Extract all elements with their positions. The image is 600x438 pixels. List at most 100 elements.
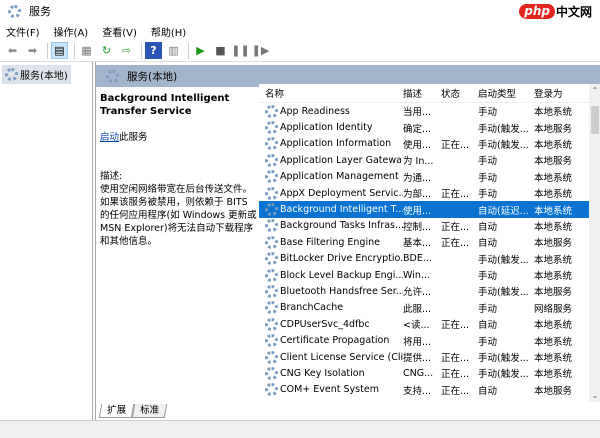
service-row[interactable]: App Readiness 当用... 手动 本地系统: [259, 103, 589, 119]
service-log-on-as: 本地系统: [534, 139, 573, 151]
service-description: 为通...: [403, 172, 432, 184]
service-gear-icon: [265, 268, 278, 282]
service-row[interactable]: Background Tasks Infras... 控制... 正在... 自动 本地…: [259, 218, 589, 234]
service-row[interactable]: Application Identity 确定... 手动(触发... 本地服务: [259, 119, 589, 135]
service-gear-icon: [265, 186, 278, 200]
service-name: Application Information: [259, 137, 403, 151]
service-name: Background Tasks Infras...: [259, 219, 403, 233]
service-gear-icon: [265, 137, 278, 151]
scroll-up-icon[interactable]: ⌃: [589, 86, 600, 95]
service-gear-icon: [265, 317, 278, 331]
service-description: 将用...: [403, 336, 432, 348]
service-status: 正在...: [441, 189, 470, 201]
column-description[interactable]: 描述: [403, 86, 441, 100]
show-tree-icon[interactable]: ▤: [51, 42, 68, 59]
column-name[interactable]: 名称: [259, 86, 403, 100]
service-name: CNG Key Isolation: [259, 366, 403, 380]
service-name: Background Intelligent T...: [259, 203, 403, 217]
tab-standard[interactable]: 标准: [131, 404, 168, 418]
service-status: 正在...: [441, 238, 470, 250]
service-log-on-as: 本地服务: [534, 156, 573, 168]
service-title: Background Intelligent Transfer Service: [100, 93, 230, 117]
service-row[interactable]: CDPUserSvc_4dfbc <读... 正在... 自动 本地系统: [259, 316, 589, 332]
window-title: 服务: [29, 5, 51, 18]
service-gear-icon: [265, 153, 278, 167]
service-gear-icon: [265, 235, 278, 249]
tree-node-services-local[interactable]: 服务(本地): [2, 65, 71, 84]
service-name: COM+ Event System: [259, 383, 403, 397]
service-startup-type: 手动: [478, 189, 498, 201]
service-row[interactable]: Block Level Backup Engi... Win... 手动 本地系统: [259, 267, 589, 283]
service-status: 正在...: [441, 353, 470, 365]
start-service-link[interactable]: 启动: [100, 132, 119, 143]
service-gear-icon: [265, 203, 278, 217]
service-gear-icon: [265, 334, 278, 348]
divider: [47, 42, 48, 59]
tree-pane: 服务(本地): [0, 62, 93, 420]
action-pane-icon[interactable]: ▥: [165, 42, 182, 59]
back-arrow-icon[interactable]: ⬅: [4, 42, 21, 59]
service-startup-type: 手动(触发...: [478, 254, 529, 266]
service-log-on-as: 本地系统: [534, 369, 573, 381]
start-icon[interactable]: ▶: [192, 42, 209, 59]
service-startup-type: 自动: [478, 221, 498, 233]
service-name: App Readiness: [259, 104, 403, 118]
export-icon[interactable]: ⇨: [118, 42, 135, 59]
service-row[interactable]: CNG Key Isolation CNG... 正在... 手动(触发... 本地系统: [259, 365, 589, 381]
service-name: BranchCache: [259, 301, 403, 315]
vertical-scrollbar[interactable]: ⌃ ⌄: [589, 84, 600, 402]
menu-file[interactable]: 文件(F): [6, 24, 40, 39]
service-log-on-as: 本地服务: [534, 287, 573, 299]
scrollbar-thumb[interactable]: [591, 106, 599, 134]
service-name: Bluetooth Handsfree Ser...: [259, 284, 403, 298]
column-status[interactable]: 状态: [441, 86, 478, 100]
service-description: Win...: [403, 269, 430, 281]
stop-icon[interactable]: ■: [212, 42, 229, 59]
menu-help[interactable]: 帮助(H): [151, 24, 186, 39]
forward-arrow-icon[interactable]: ➡: [24, 42, 41, 59]
service-row[interactable]: Base Filtering Engine 基本... 正在... 自动 本地服务: [259, 234, 589, 250]
service-startup-type: 手动: [478, 107, 498, 119]
service-row[interactable]: BranchCache 此服... 手动 网络服务: [259, 300, 589, 316]
service-row[interactable]: BitLocker Drive Encryptio... BDE... 手动(触发.…: [259, 251, 589, 267]
service-name: Block Level Backup Engi...: [259, 268, 403, 282]
column-log-on-as[interactable]: 登录为: [534, 86, 584, 100]
divider: [74, 42, 75, 59]
service-log-on-as: 本地系统: [534, 205, 573, 217]
scroll-down-icon[interactable]: ⌄: [589, 391, 600, 400]
service-gear-icon: [265, 219, 278, 233]
service-row[interactable]: AppX Deployment Servic... 为部... 正在... 手动 本地系…: [259, 185, 589, 201]
pause-icon[interactable]: ❚❚: [231, 42, 249, 59]
properties-icon[interactable]: ▦: [78, 42, 95, 59]
service-row[interactable]: Background Intelligent T... 使用... 自动(延迟...…: [259, 201, 589, 218]
divider: [188, 42, 189, 59]
column-startup-type[interactable]: 启动类型: [478, 86, 534, 100]
service-row[interactable]: Certificate Propagation 将用... 手动 本地系统: [259, 332, 589, 348]
services-pane: 服务(本地) Background Intelligent Transfer S…: [95, 62, 600, 420]
menu-view[interactable]: 查看(V): [102, 24, 137, 39]
refresh-icon[interactable]: ↻: [98, 42, 115, 59]
pane-header-title: 服务(本地): [127, 70, 178, 83]
service-log-on-as: 本地系统: [534, 336, 573, 348]
service-description: 当用...: [403, 107, 432, 119]
help-icon[interactable]: ?: [145, 42, 162, 59]
tab-extended[interactable]: 扩展: [98, 404, 135, 418]
service-row[interactable]: Application Layer Gatewa... 为 In... 手动 本地服务: [259, 152, 589, 168]
tree-node-label: 服务(本地): [20, 71, 68, 82]
logo-cn: 中文网: [555, 5, 592, 19]
service-row[interactable]: Bluetooth Handsfree Ser... 允许... 手动(触发... 本…: [259, 283, 589, 299]
service-startup-type: 手动: [478, 172, 498, 184]
service-row[interactable]: COM+ Event System 支持... 正在... 自动 本地服务: [259, 382, 589, 398]
service-row[interactable]: Application Information 使用... 正在... 手动(触发..…: [259, 136, 589, 152]
service-log-on-as: 本地系统: [534, 254, 573, 266]
service-row[interactable]: Client License Service (Cli... 提供... 正在...…: [259, 349, 589, 365]
service-startup-type: 手动(触发...: [478, 369, 529, 381]
service-name: Application Layer Gatewa...: [259, 153, 403, 167]
service-log-on-as: 网络服务: [534, 303, 573, 315]
service-name: BitLocker Drive Encryptio...: [259, 252, 403, 266]
service-gear-icon: [265, 104, 278, 118]
service-row[interactable]: Application Management 为通... 手动 本地系统: [259, 169, 589, 185]
restart-icon[interactable]: ❚▶: [252, 42, 270, 59]
service-gear-icon: [265, 170, 278, 184]
menu-action[interactable]: 操作(A): [54, 24, 89, 39]
